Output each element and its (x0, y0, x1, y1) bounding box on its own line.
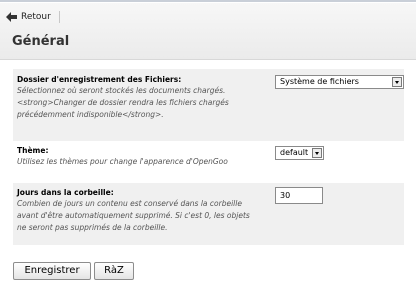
select-value: Système de fichiers (280, 77, 359, 86)
setting-label: Jours dans la corbeille: (17, 188, 114, 197)
setting-label: Dossier d'enregistrement des Fichiers: (17, 75, 182, 84)
setting-text: Dossier d'enregistrement des Fichiers: S… (17, 74, 267, 121)
setting-text: Jours dans la corbeille: Combien de jour… (17, 187, 267, 234)
save-button[interactable]: Enregistrer (13, 262, 91, 280)
setting-label: Thème: (17, 146, 49, 155)
select-value: default (280, 148, 309, 157)
setting-description: Combien de jours un contenu est conservé… (17, 198, 267, 234)
setting-description: Utilisez les thèmes pour change l'appare… (17, 156, 267, 168)
trash-days-input[interactable]: 30 (275, 187, 323, 204)
description-line: <strong>Changer de dossier rendra les fi… (17, 98, 229, 107)
chevron-down-icon[interactable] (392, 77, 402, 87)
setting-description: Sélectionnez où seront stockés les docum… (17, 85, 267, 121)
back-label: Retour (21, 12, 51, 22)
chevron-down-icon[interactable] (312, 148, 322, 158)
description-line: Combien de jours un contenu est conservé… (17, 199, 242, 208)
description-line: précédemment indisponible</strong>. (17, 110, 164, 119)
setting-text: Thème: Utilisez les thèmes pour change l… (17, 145, 267, 168)
description-line: Sélectionnez où seront stockés les docum… (17, 86, 226, 95)
arrow-left-icon (6, 12, 17, 22)
setting-row-theme: Thème: Utilisez les thèmes pour change l… (13, 141, 404, 179)
page-header: Retour Général (0, 3, 416, 60)
separator (58, 11, 60, 23)
description-line: avant d'être automatiquement supprimé. S… (17, 211, 250, 220)
page-title: Général (12, 34, 70, 49)
back-button[interactable]: Retour (6, 11, 60, 23)
top-border (0, 0, 416, 2)
description-line: ne seront pas supprimés de la corbeille. (17, 223, 168, 232)
storage-select[interactable]: Système de fichiers (275, 75, 404, 89)
theme-select[interactable]: default (275, 146, 324, 160)
description-line: Utilisez les thèmes pour change l'appare… (17, 157, 228, 166)
setting-row-trash-days: Jours dans la corbeille: Combien de jour… (13, 183, 404, 245)
reset-button[interactable]: RàZ (94, 262, 134, 280)
